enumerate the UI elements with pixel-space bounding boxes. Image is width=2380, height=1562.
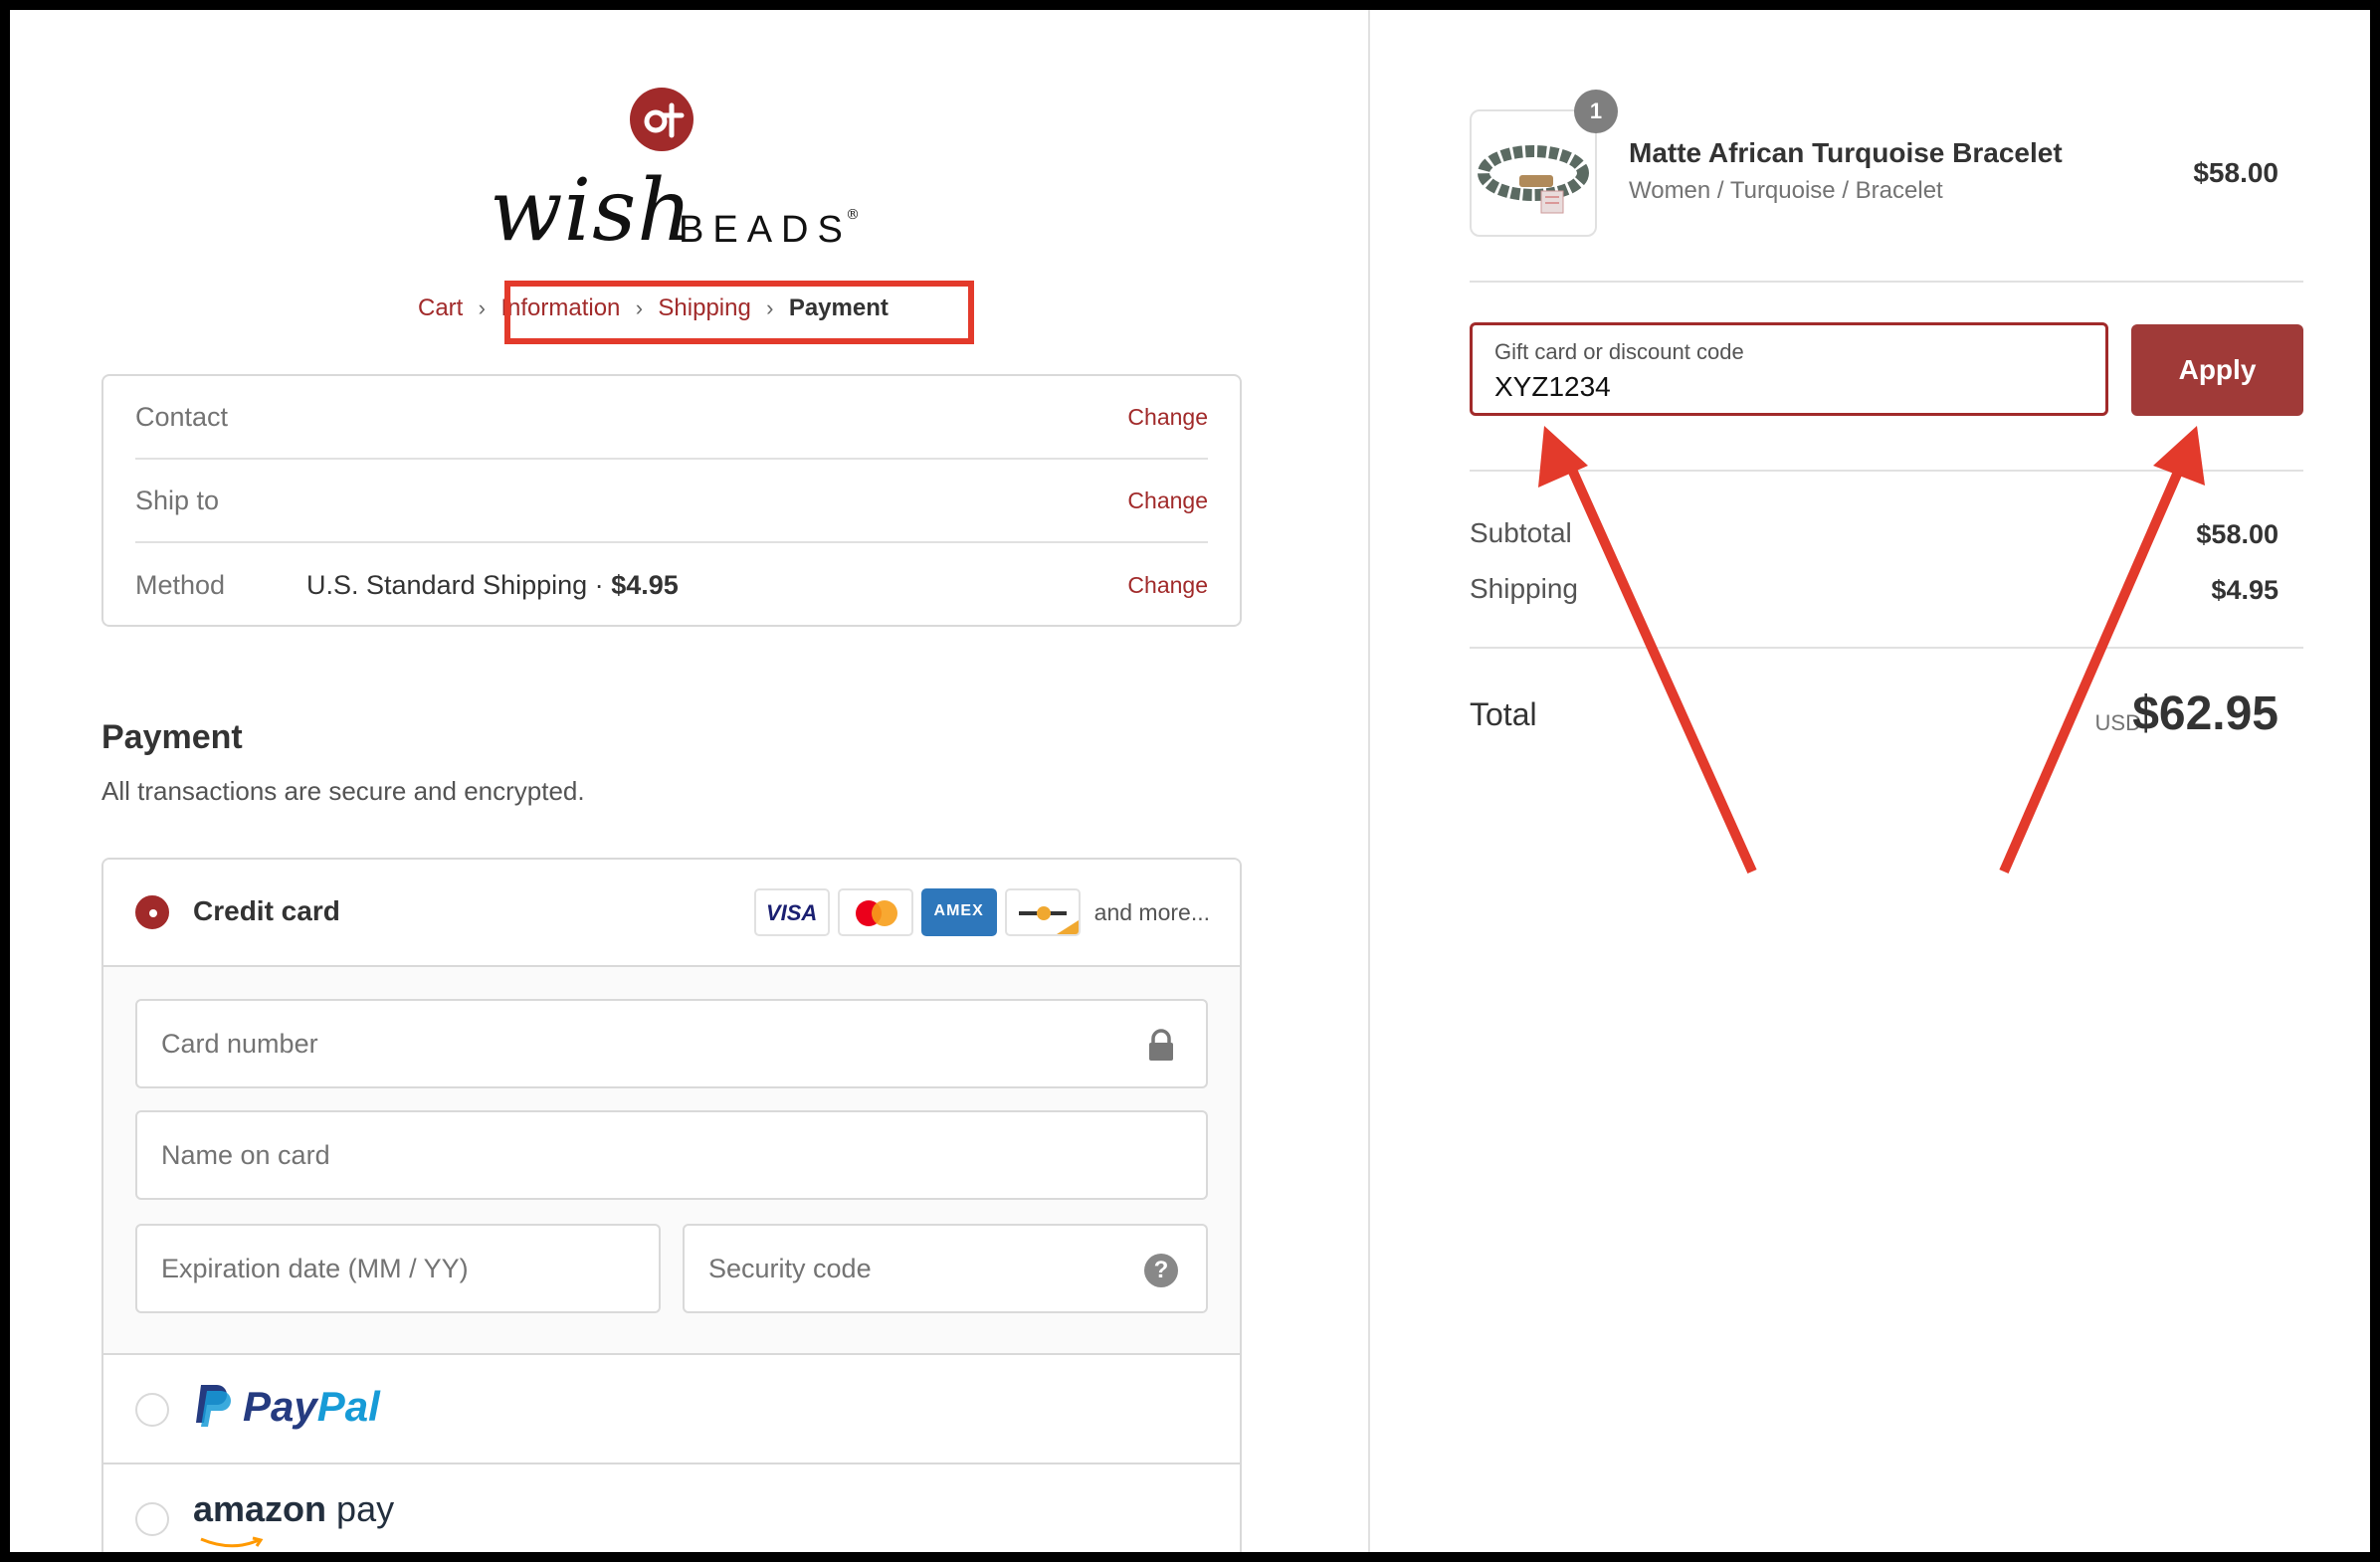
bracelet-image [1478,145,1589,214]
divider [1470,281,2303,283]
product-thumbnail [1470,109,1597,237]
amazon-pay-text: pay [326,1488,395,1529]
contact-label: Contact [135,401,229,432]
summary-contact-row: Contact Change [135,376,1208,460]
mastercard-icon [837,888,913,936]
logo-registered-mark: ® [846,207,860,223]
total-value: $62.95 [2132,687,2279,740]
summary-ship-to-row: Ship to Change [135,460,1208,543]
amazon-smile-icon [200,1536,264,1548]
summary-method-row: Method U.S. Standard Shipping · $4.95 Ch… [135,543,1208,627]
change-ship-to-link[interactable]: Change [1127,488,1208,514]
payment-title: Payment [101,718,243,756]
method-value: U.S. Standard Shipping · $4.95 [306,570,1127,601]
discount-code-input[interactable]: Gift card or discount code XYZ1234 [1470,322,2108,416]
card-number-placeholder: Card number [161,1028,318,1059]
card-number-input[interactable]: Card number [135,999,1208,1088]
name-on-card-placeholder: Name on card [161,1139,330,1170]
checkout-page: wish BEADS ® Cart › Information › Shippi… [10,10,2370,1552]
product-variant: Women / Turquoise / Bracelet [1629,177,1943,204]
change-method-link[interactable]: Change [1127,572,1208,599]
brand-logo-wordmark[interactable]: wish BEADS ® [478,161,876,261]
paypal-option[interactable]: PayPal [103,1355,1240,1464]
discount-code-label: Gift card or discount code [1494,339,1744,364]
logo-glyph-icon [644,102,685,138]
product-name: Matte African Turquoise Bracelet [1629,137,2063,168]
paypal-logo-pal: Pal [316,1383,380,1430]
subtotal-label: Subtotal [1470,517,1572,548]
breadcrumb-cart[interactable]: Cart [418,294,463,322]
method-price: $4.95 [611,569,679,600]
amazon-pay-radio[interactable] [135,1502,169,1536]
name-on-card-input[interactable]: Name on card [135,1110,1208,1200]
credit-card-radio[interactable] [135,895,169,929]
shipping-value: $4.95 [2211,575,2279,605]
review-summary: Contact Change Ship to Change Method U.S… [101,374,1242,627]
brand-logo-mark[interactable] [630,88,694,151]
and-more-text: and more... [1093,898,1210,925]
shipping-label: Shipping [1470,573,1578,604]
apply-discount-button[interactable]: Apply [2131,324,2303,416]
credit-card-label: Credit card [193,895,340,926]
logo-beads: BEADS [679,209,852,251]
amex-icon: AMEX [920,888,997,936]
payment-methods: Credit card VISA AMEX and more... Card n… [101,858,1242,1552]
security-code-input[interactable]: Security code ? [683,1224,1208,1313]
question-help-icon[interactable]: ? [1144,1254,1178,1287]
visa-text: VISA [765,900,818,925]
visa-icon: VISA [753,888,830,936]
expiration-placeholder: Expiration date (MM / YY) [161,1253,469,1283]
paypal-p-icon [196,1385,231,1427]
total-label: Total [1470,696,1537,732]
divider [1470,647,2303,649]
method-label: Method [135,569,226,600]
change-contact-link[interactable]: Change [1127,404,1208,431]
order-summary: 1 Matte African Turquoise Bracelet Women… [1368,10,2370,1552]
logo-wish: wish [490,161,694,261]
amazon-pay-logo: amazon pay [193,1488,394,1530]
security-code-placeholder: Security code [708,1253,872,1283]
amazon-logo-text: amazon [193,1488,327,1529]
amex-text: AMEX [933,902,984,919]
quantity-badge: 1 [1574,90,1618,133]
discount-code-value: XYZ1234 [1494,371,1611,402]
product-price: $58.00 [2193,157,2279,188]
chevron-right-icon: › [478,295,486,320]
card-brand-logos: VISA AMEX and more... [753,887,1210,937]
generic-card-icon [1004,888,1081,936]
annotation-highlight-box [504,281,974,344]
credit-card-option[interactable]: Credit card VISA AMEX and more... [103,860,1240,967]
ship-to-label: Ship to [135,485,220,515]
amazon-pay-option[interactable]: amazon pay [103,1464,1240,1552]
subtotal-value: $58.00 [2196,519,2279,549]
checkout-main: wish BEADS ® Cart › Information › Shippi… [10,10,1368,1552]
paypal-logo-pay: Pay [243,1383,317,1430]
expiration-date-input[interactable]: Expiration date (MM / YY) [135,1224,661,1313]
lock-icon [1149,1029,1173,1061]
paypal-radio[interactable] [135,1393,169,1427]
credit-card-form: Card number Name on card Expiration date… [103,967,1240,1355]
paypal-logo: PayPal [243,1383,380,1431]
method-name: U.S. Standard Shipping · [306,569,612,600]
divider [1470,470,2303,472]
payment-subtitle: All transactions are secure and encrypte… [101,776,585,806]
